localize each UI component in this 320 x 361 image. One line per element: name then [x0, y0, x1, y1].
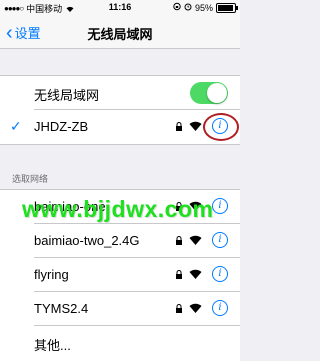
info-icon[interactable]: i: [212, 300, 228, 316]
lock-icon: [176, 304, 182, 313]
battery-icon: [216, 2, 238, 13]
info-icon[interactable]: i: [212, 198, 228, 214]
network-row[interactable]: TYMS2.4 i: [0, 292, 240, 326]
page-title: 无线局域网: [87, 27, 153, 42]
lock-icon: [176, 270, 182, 279]
connected-network-row[interactable]: ✓ JHDZ-ZB i: [0, 110, 240, 144]
info-icon[interactable]: i: [212, 232, 228, 248]
status-right: 95%: [173, 2, 238, 13]
wifi-signal-icon: [189, 269, 202, 279]
network-name: flyring: [34, 267, 69, 282]
navigation-bar: ‹ 设置 无线局域网: [0, 16, 240, 49]
network-row[interactable]: baimiao-two_2.4G i: [0, 224, 240, 258]
battery-fill: [218, 4, 234, 11]
checkmark-icon: ✓: [10, 118, 22, 134]
network-name: baimiao-two_2.4G: [34, 233, 140, 248]
wifi-toggle-row: 无线局域网: [0, 76, 240, 110]
wifi-signal-icon: [189, 121, 202, 131]
status-bar: ●●●●○ 中国移动 11:16 95%: [0, 0, 240, 16]
section-header: 选取网络: [12, 174, 49, 184]
network-row[interactable]: flyring i: [0, 258, 240, 292]
lock-rotation-icon: [173, 2, 181, 13]
alarm-icon: [184, 2, 192, 13]
battery-percent: 95%: [194, 2, 213, 13]
lock-icon: [176, 236, 182, 245]
other-network-row[interactable]: 其他...: [0, 326, 240, 360]
toggle-knob: [207, 83, 227, 103]
wifi-toggle[interactable]: [190, 82, 228, 104]
connected-network-name: JHDZ-ZB: [34, 119, 89, 134]
wifi-toggle-label: 无线局域网: [34, 88, 100, 103]
highlight-ring: [203, 113, 239, 141]
wifi-group: 无线局域网 ✓ JHDZ-ZB i: [0, 75, 240, 145]
lock-icon: [176, 122, 182, 131]
watermark-text: www.bjjdwx.com: [22, 196, 214, 222]
wifi-signal-icon: [189, 235, 202, 245]
other-network-label: 其他...: [34, 338, 71, 353]
network-name: TYMS2.4: [34, 301, 89, 316]
info-icon[interactable]: i: [212, 266, 228, 282]
wifi-signal-icon: [189, 303, 202, 313]
